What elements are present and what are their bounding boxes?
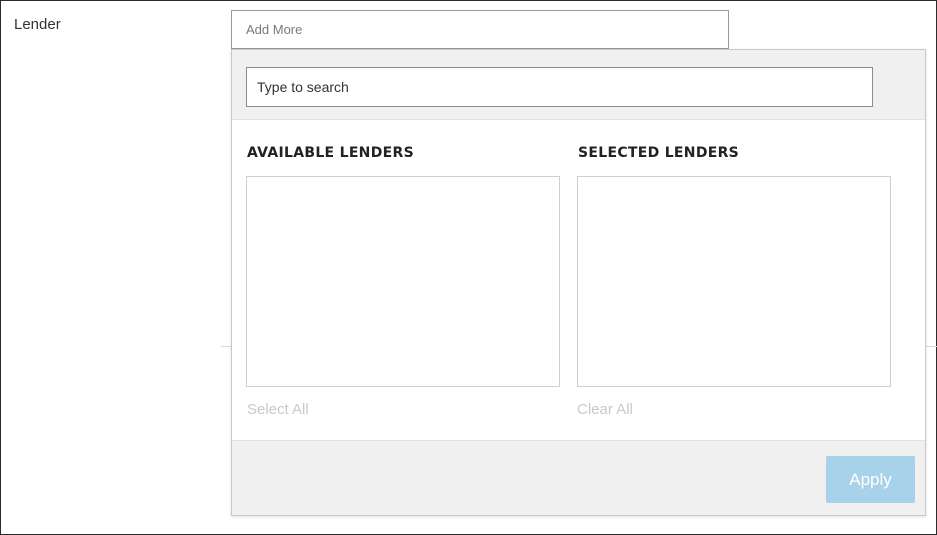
panel-header <box>232 50 925 120</box>
add-more-text: Add More <box>246 22 303 37</box>
row-divider-right <box>925 346 937 347</box>
row-divider-left <box>221 346 231 347</box>
selected-lenders-title: SELECTED LENDERS <box>578 145 740 161</box>
apply-button[interactable]: Apply <box>826 456 915 503</box>
lender-field-label: Lender <box>14 16 61 33</box>
lender-search-input[interactable] <box>246 67 873 107</box>
available-lenders-list[interactable] <box>246 176 560 387</box>
page-frame: Lender Add More AVAILABLE LENDERS SELECT… <box>0 0 937 535</box>
selected-lenders-list[interactable] <box>577 176 891 387</box>
clear-all-link[interactable]: Clear All <box>577 401 633 418</box>
add-more-trigger[interactable]: Add More <box>231 10 729 49</box>
panel-footer: Apply <box>232 440 925 515</box>
available-lenders-title: AVAILABLE LENDERS <box>247 145 414 161</box>
lender-picker-panel: AVAILABLE LENDERS SELECTED LENDERS Selec… <box>231 49 926 516</box>
select-all-link[interactable]: Select All <box>247 401 309 418</box>
